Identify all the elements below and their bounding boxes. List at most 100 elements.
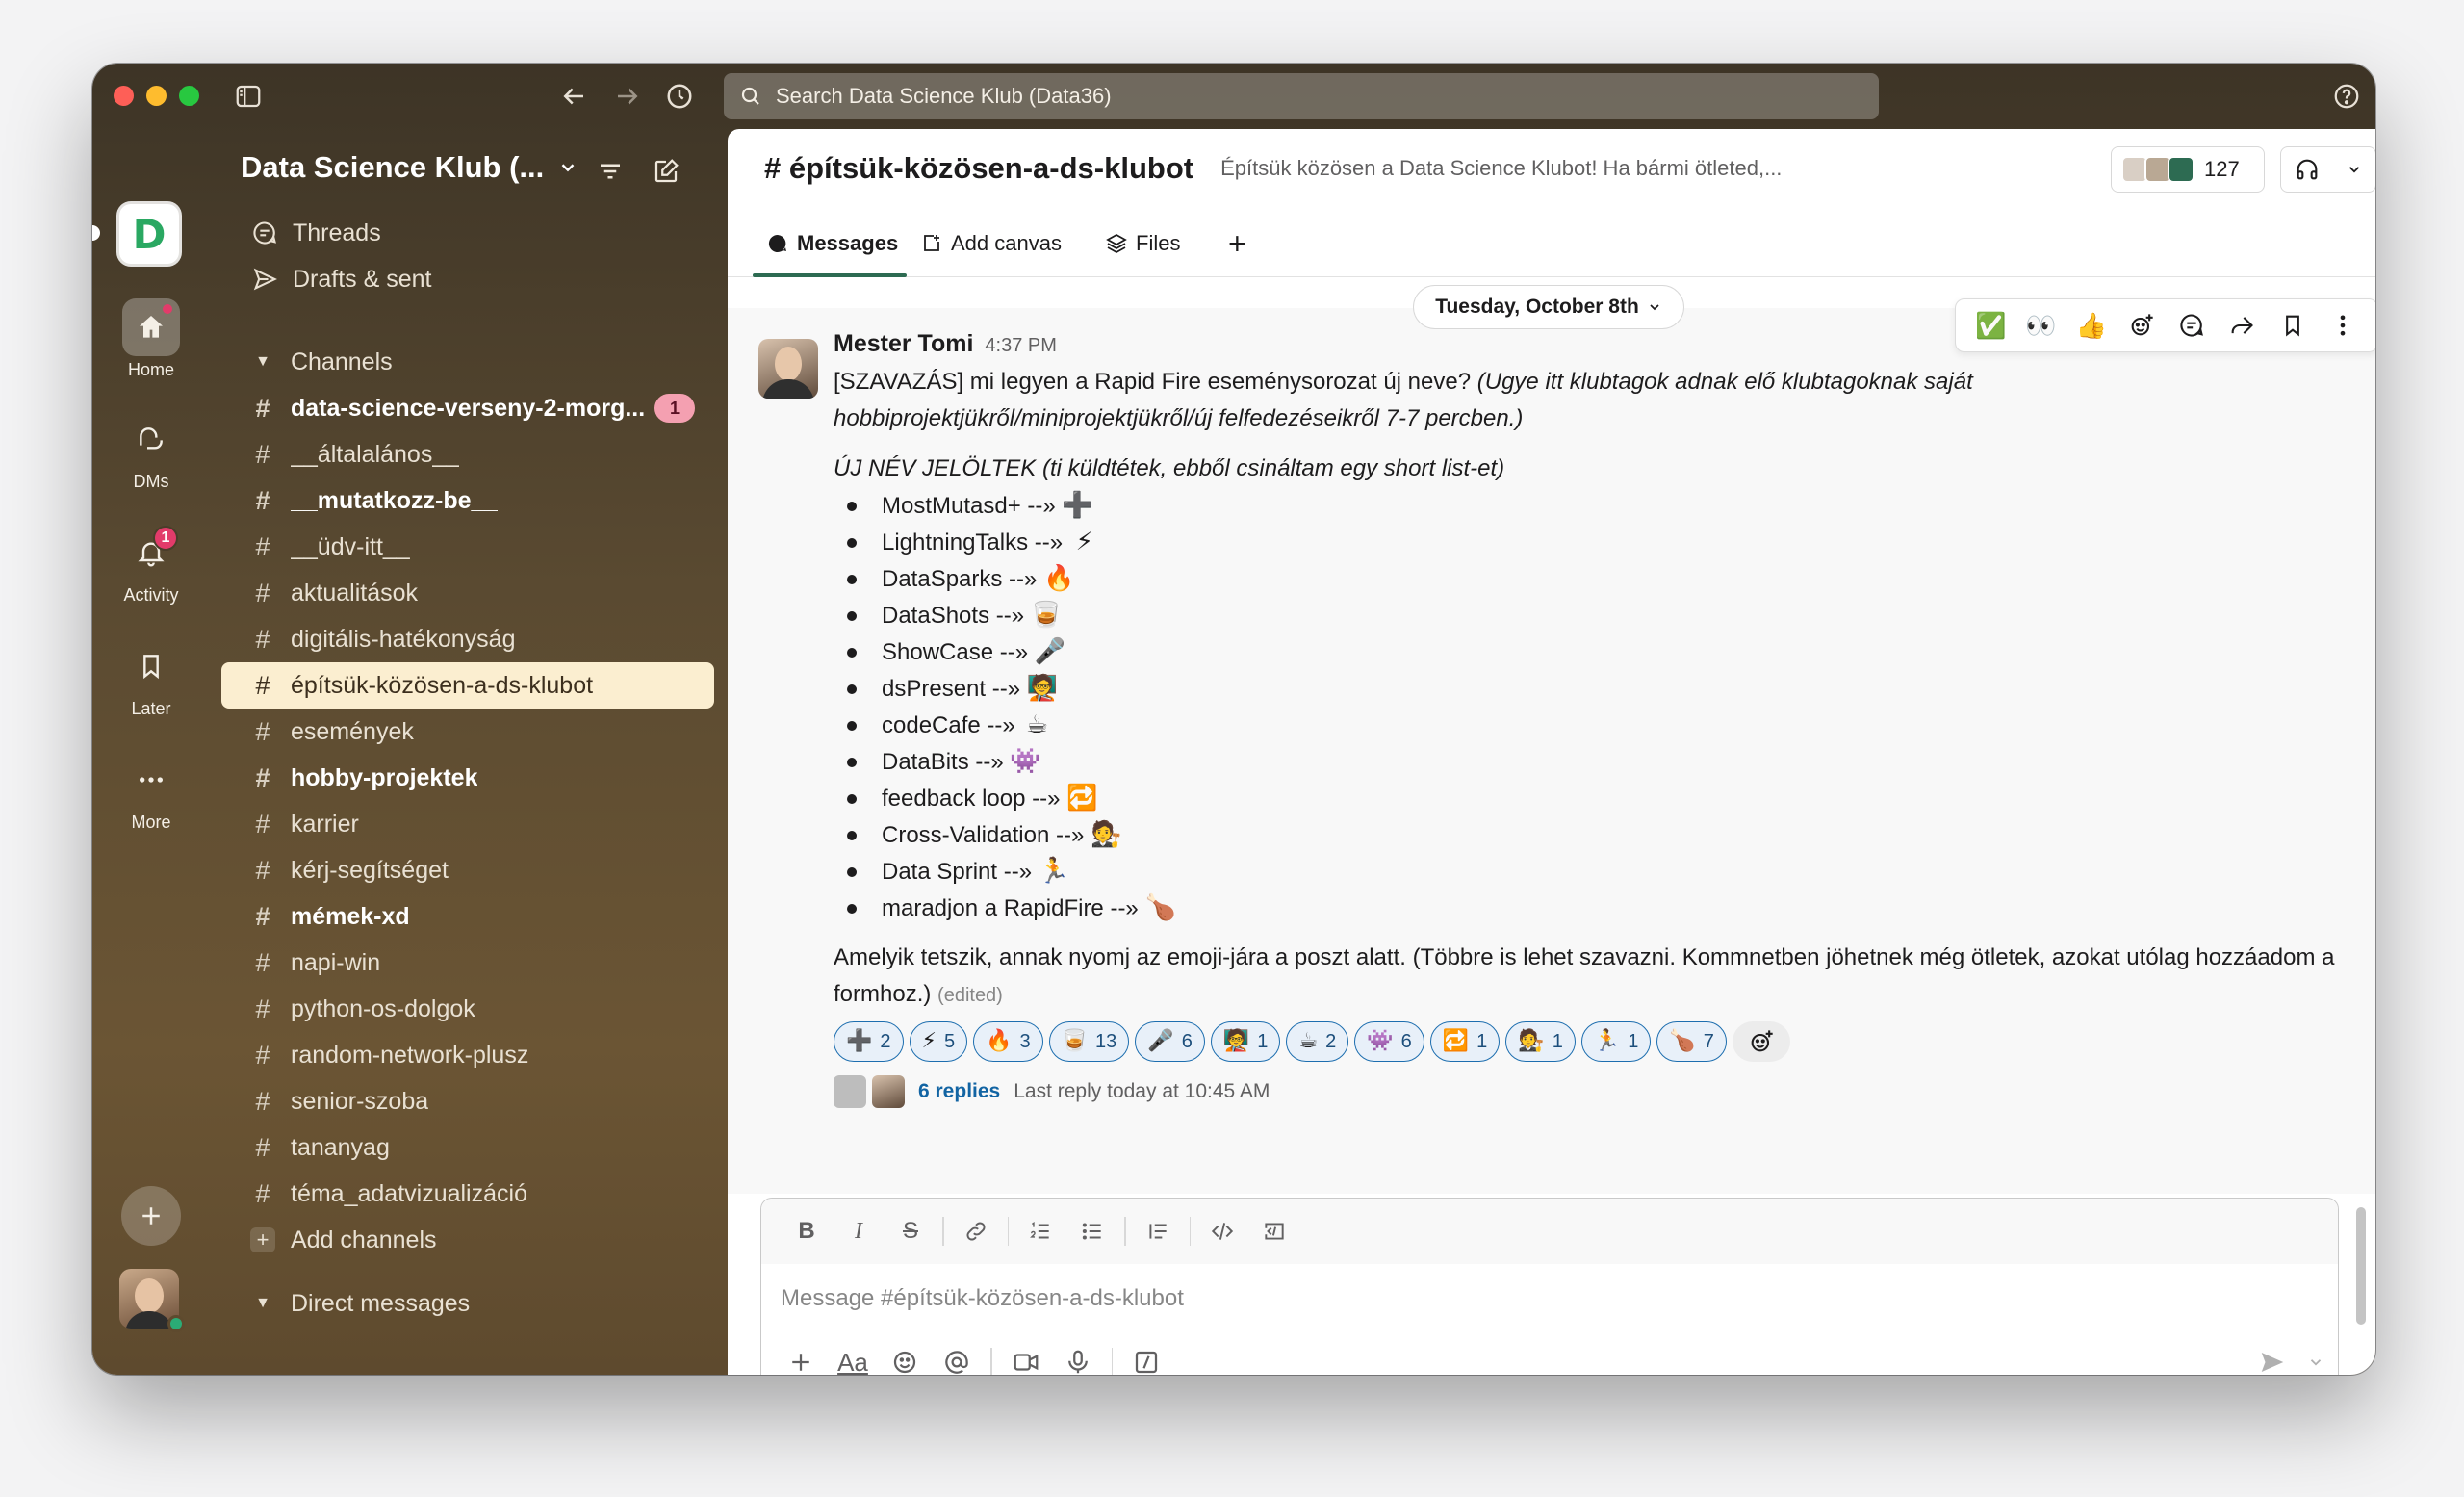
add-channels-button[interactable]: + Add channels — [221, 1217, 714, 1263]
reaction-pill[interactable]: 🔁 1 — [1429, 1021, 1501, 1062]
ordered-list-icon[interactable] — [1014, 1212, 1066, 1251]
rail-later[interactable]: Later — [92, 637, 210, 719]
message-input[interactable] — [781, 1279, 2301, 1318]
reaction-pill[interactable]: ☕ 2 — [1286, 1021, 1349, 1062]
emoji-icon[interactable] — [879, 1341, 931, 1375]
forward-arrow-icon[interactable] — [608, 77, 647, 116]
hash-icon: # — [255, 531, 270, 561]
reaction-pill[interactable]: 🧑‍⚖️ 1 — [1505, 1021, 1576, 1062]
quick-react-check-button[interactable]: ✅ — [1965, 304, 2015, 347]
reaction-pill[interactable]: 🥃 13 — [1048, 1021, 1130, 1062]
date-divider[interactable]: Tuesday, October 8th — [1413, 285, 1684, 329]
sidebar-item-threads[interactable]: Threads — [221, 210, 714, 256]
sidebar-item-channel[interactable]: # __általalános__ — [221, 431, 714, 477]
strikethrough-icon[interactable]: S — [885, 1212, 937, 1251]
quick-react-thumbsup-button[interactable]: 👍 — [2066, 304, 2117, 347]
sidebar-item-channel[interactable]: # téma_adatvizualizáció — [221, 1171, 714, 1217]
sidebar-item-channel[interactable]: # mémek-xd — [221, 893, 714, 940]
message-author-avatar[interactable] — [758, 339, 818, 399]
message-scrollbar[interactable] — [2356, 1207, 2366, 1325]
forward-action[interactable] — [2217, 304, 2267, 347]
reaction-pill[interactable]: 🔥 3 — [973, 1021, 1043, 1062]
compose-icon[interactable] — [647, 152, 685, 191]
send-button[interactable] — [2258, 1348, 2325, 1375]
add-workspace-button[interactable] — [121, 1186, 181, 1246]
text-format-icon[interactable]: Aa — [827, 1341, 879, 1376]
code-icon[interactable] — [1196, 1212, 1248, 1251]
sidebar-item-channel[interactable]: # aktualitások — [221, 570, 714, 616]
sidebar-item-channel[interactable]: # data-science-verseny-2-morg... 1 — [221, 385, 714, 431]
replies-link[interactable]: 6 replies — [918, 1073, 1000, 1110]
tab-messages[interactable]: Messages — [766, 225, 898, 262]
add-tab-button[interactable]: + — [1228, 225, 1246, 262]
tab-add-canvas[interactable]: Add canvas — [920, 225, 1062, 262]
slash-command-icon[interactable] — [1120, 1341, 1172, 1375]
message-time[interactable]: 4:37 PM — [985, 327, 1056, 364]
zoom-window-button[interactable] — [179, 86, 199, 106]
bold-icon[interactable]: B — [781, 1212, 833, 1251]
reply-in-thread-action[interactable] — [2167, 304, 2217, 347]
close-window-button[interactable] — [114, 86, 134, 106]
bulleted-list-icon[interactable] — [1066, 1212, 1118, 1251]
sidebar-item-channel[interactable]: # __mutatkozz-be__ — [221, 477, 714, 524]
message-author[interactable]: Mester Tomi — [834, 325, 973, 362]
back-arrow-icon[interactable] — [554, 77, 593, 116]
more-actions[interactable] — [2318, 304, 2368, 347]
workspace-logo[interactable]: D — [119, 204, 179, 264]
attach-plus-icon[interactable] — [775, 1341, 827, 1375]
rail-activity[interactable]: 1 Activity — [92, 524, 210, 606]
sidebar-item-channel[interactable]: # tananyag — [221, 1124, 714, 1171]
sidebar-item-channel[interactable]: # hobby-projektek — [221, 755, 714, 801]
sidebar-item-drafts[interactable]: Drafts & sent — [221, 256, 714, 302]
reaction-pill[interactable]: ⚡ 5 — [909, 1021, 968, 1062]
reaction-pill[interactable]: 🧑‍🏫 1 — [1210, 1021, 1281, 1062]
reaction-pill[interactable]: ➕ 2 — [834, 1021, 904, 1062]
blockquote-icon[interactable] — [1132, 1212, 1184, 1251]
sidebar-item-channel[interactable]: # kérj-segítséget — [221, 847, 714, 893]
microphone-icon[interactable] — [1052, 1341, 1104, 1375]
sidebar-item-channel[interactable]: # karrier — [221, 801, 714, 847]
sidebar-item-channel[interactable]: # események — [221, 709, 714, 755]
sidebar-item-channel[interactable]: # random-network-plusz — [221, 1032, 714, 1078]
rail-more[interactable]: More — [92, 751, 210, 833]
thread-replies[interactable]: 6 replies Last reply today at 10:45 AM — [834, 1073, 2335, 1110]
tab-files[interactable]: Files — [1105, 225, 1180, 262]
channel-description[interactable]: Építsük közösen a Data Science Klubot! H… — [1220, 156, 1782, 181]
sidebar-item-channel[interactable]: # digitális-hatékonyság — [221, 616, 714, 662]
help-icon[interactable] — [2327, 77, 2366, 116]
workspace-name[interactable]: Data Science Klub (... — [241, 150, 578, 185]
link-icon[interactable] — [950, 1212, 1002, 1251]
sidebar-toggle-icon[interactable] — [229, 77, 268, 116]
add-reaction-button[interactable] — [1732, 1021, 1790, 1062]
reaction-pill[interactable]: 🎤 6 — [1135, 1021, 1205, 1062]
sidebar-item-channel[interactable]: # __üdv-itt__ — [221, 524, 714, 570]
threads-icon — [250, 219, 279, 247]
italic-icon[interactable]: I — [833, 1212, 885, 1251]
reaction-pill[interactable]: 🏃 1 — [1580, 1021, 1652, 1062]
sidebar-item-channel[interactable]: # senior-szoba — [221, 1078, 714, 1124]
video-icon[interactable] — [1000, 1341, 1052, 1375]
rail-dms[interactable]: DMs — [92, 410, 210, 492]
save-for-later-action[interactable] — [2268, 304, 2318, 347]
reaction-pill[interactable]: 🍗 7 — [1656, 1021, 1727, 1062]
search-bar[interactable]: Search Data Science Klub (Data36) — [724, 73, 1879, 119]
members-button[interactable]: 127 — [2111, 146, 2265, 193]
add-reaction-action[interactable] — [2117, 304, 2167, 347]
add-reaction-icon — [1751, 1030, 1773, 1052]
filter-icon[interactable] — [591, 152, 629, 191]
quick-react-eyes-button[interactable]: 👀 — [2015, 304, 2066, 347]
reaction-pill[interactable]: 👾 6 — [1354, 1021, 1424, 1062]
sidebar-item-channel-selected[interactable]: # építsük-közösen-a-ds-klubot — [221, 662, 714, 709]
rail-home[interactable]: Home — [92, 298, 210, 380]
history-clock-icon[interactable] — [660, 77, 699, 116]
channel-title[interactable]: # építsük-közösen-a-ds-klubot — [764, 151, 1194, 186]
channels-section-toggle[interactable]: ▼ Channels — [221, 339, 714, 385]
dm-section-toggle[interactable]: ▼ Direct messages — [221, 1280, 714, 1327]
huddle-button[interactable] — [2280, 146, 2375, 193]
rail-dms-label: DMs — [133, 472, 169, 491]
mention-icon[interactable] — [931, 1341, 983, 1375]
minimize-window-button[interactable] — [146, 86, 167, 106]
code-block-icon[interactable] — [1248, 1212, 1300, 1251]
sidebar-item-channel[interactable]: # napi-win — [221, 940, 714, 986]
sidebar-item-channel[interactable]: # python-os-dolgok — [221, 986, 714, 1032]
